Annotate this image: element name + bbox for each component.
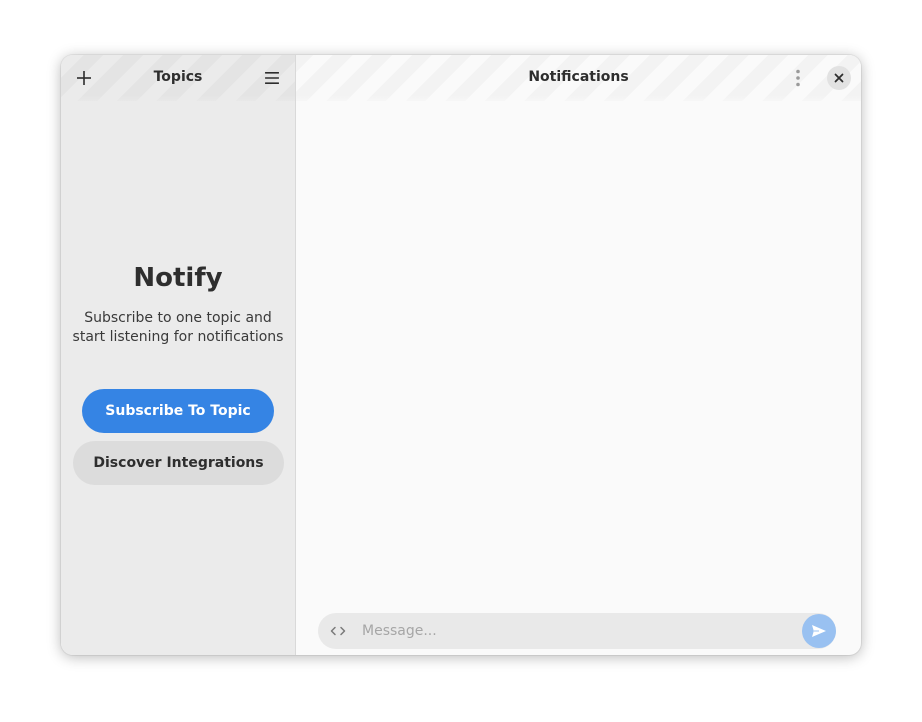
main-menu-button[interactable] xyxy=(261,67,283,89)
page-title: Notifications xyxy=(528,69,629,85)
code-icon xyxy=(330,626,346,636)
close-icon xyxy=(834,73,844,83)
sidebar: Topics Notify Subscribe to one topic and… xyxy=(61,55,296,655)
sidebar-header: Topics xyxy=(61,55,295,107)
send-button[interactable] xyxy=(802,614,836,648)
notifications-list xyxy=(296,101,861,601)
subscribe-to-topic-button[interactable]: Subscribe To Topic xyxy=(82,389,274,433)
send-icon xyxy=(812,625,826,637)
message-composer xyxy=(318,613,836,649)
hamburger-menu-icon xyxy=(265,72,279,84)
close-button[interactable] xyxy=(827,66,851,90)
plus-icon xyxy=(77,71,91,85)
main-header: Notifications xyxy=(296,55,861,107)
code-toggle-button[interactable] xyxy=(326,619,350,643)
empty-state: Notify Subscribe to one topic and start … xyxy=(61,265,295,347)
discover-integrations-button[interactable]: Discover Integrations xyxy=(73,441,284,485)
sidebar-title: Topics xyxy=(153,69,203,85)
empty-state-description: Subscribe to one topic and start listeni… xyxy=(72,310,284,345)
more-options-button[interactable] xyxy=(788,67,808,89)
vertical-dots-icon xyxy=(796,69,800,87)
add-topic-button[interactable] xyxy=(73,67,95,89)
app-window: Topics Notify Subscribe to one topic and… xyxy=(61,55,861,655)
message-input[interactable] xyxy=(362,613,782,649)
empty-state-title: Notify xyxy=(133,263,223,293)
